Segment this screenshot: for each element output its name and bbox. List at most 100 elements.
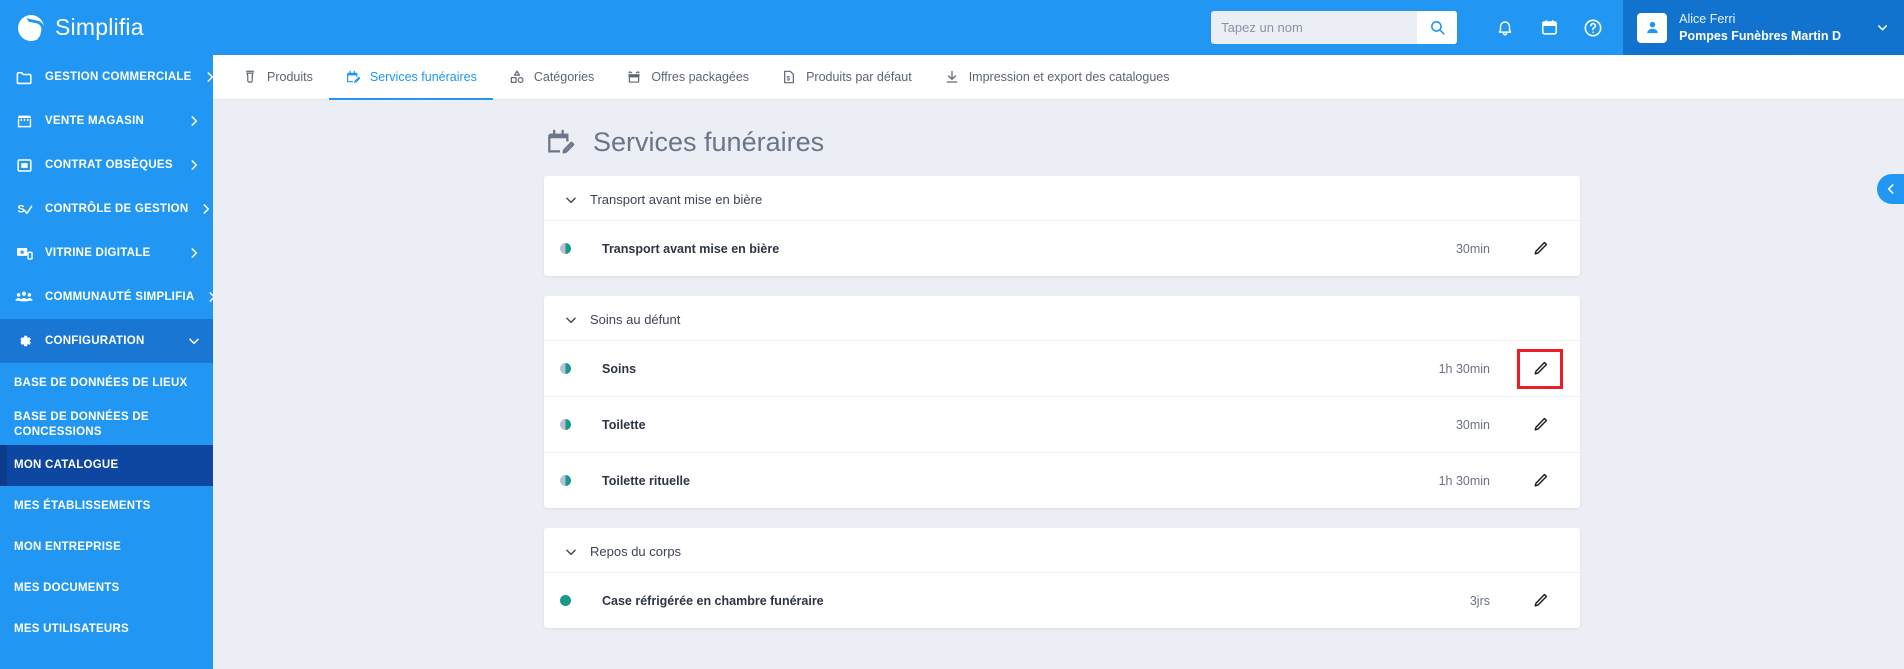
top-header-bar: Simplifia Tapez un nom Alice Ferri Pompe… [0,0,1904,55]
service-group-card: Repos du corps Case réfrigérée en chambr… [544,528,1580,628]
status-dot-wrap [560,363,602,374]
download-icon [946,70,957,83]
calendar-icon [1541,20,1557,35]
help-button[interactable] [1571,0,1615,55]
chevron-right-icon [205,290,213,304]
bell-icon [1498,20,1512,35]
sidebar-item-configuration[interactable]: CONFIGURATION [0,319,213,363]
edit-service-button[interactable] [1517,348,1563,389]
page-header: Services funéraires [213,100,1904,176]
sidebar-subitem-mes-utilisateurs[interactable]: MES UTILISATEURS [0,609,213,650]
chevron-right-icon [203,70,213,84]
status-badge [560,243,571,254]
urn-icon [246,70,254,83]
user-name: Alice Ferri [1679,11,1736,26]
sidebar-item-vente-magasin[interactable]: VENTE MAGASIN [0,99,213,143]
status-badge [560,419,571,430]
sidebar-subitem-label: BASE DE DONNÉES DE CONCESSIONS [14,411,149,438]
folder-icon [14,67,34,87]
tab-offres-packagees[interactable]: Offres packagées [610,55,765,100]
chevron-right-icon [199,202,213,216]
status-badge [560,595,571,606]
group-header-repos-du-corps[interactable]: Repos du corps [544,528,1580,572]
service-name: Toilette [602,417,646,432]
status-dot-wrap [560,595,602,606]
service-name: Transport avant mise en bière [602,241,780,256]
search-box[interactable] [1211,11,1458,44]
sidebar-item-controle-de-gestion[interactable]: S CONTRÔLE DE GESTION [0,187,213,231]
sidebar-subitem-label: MES UTILISATEURS [14,623,129,636]
tab-produits-par-defaut[interactable]: $ Produits par défaut [765,55,928,100]
gear-icon [14,331,34,351]
group-header-soins-au-defunt[interactable]: Soins au défunt [544,296,1580,340]
service-row: Toilette 30min [544,396,1580,452]
sidebar-subitem-base-de-donnees-de-lieux[interactable]: BASE DE DONNÉES DE LIEUX [0,363,213,404]
sidebar-collapse-handle[interactable] [1877,174,1904,204]
status-badge [560,475,571,486]
chevron-down-icon [187,334,201,348]
calendar-edit-icon [548,129,575,154]
sidebar-subitem-base-de-donnees-de-concessions[interactable]: BASE DE DONNÉES DE CONCESSIONS [0,404,213,445]
chevron-right-icon [187,246,201,260]
chevron-left-icon [1887,184,1894,194]
sidebar-subitem-label: MON ENTREPRISE [14,541,122,554]
main-content: Services funéraires Transport avant mise… [213,100,1904,669]
sidebar-subitem-mes-documents[interactable]: MES DOCUMENTS [0,568,213,609]
catalogue-tab-bar: Produits Services funéraires Catégories … [213,55,1904,100]
money-check-icon: S [14,199,34,219]
service-duration: 1h 30min [1438,361,1490,376]
group-title: Soins au défunt [590,312,681,327]
sidebar-subitem-label: MES DOCUMENTS [14,582,120,595]
sidebar-subitem-mon-catalogue[interactable]: MON CATALOGUE [0,445,213,486]
service-duration: 1h 30min [1438,473,1490,488]
sidebar-item-contrat-obseques[interactable]: CONTRAT OBSÈQUES [0,143,213,187]
user-menu[interactable]: Alice Ferri Pompes Funèbres Martin D [1623,0,1904,55]
service-duration: 30min [1455,417,1490,432]
tab-services-funeraires[interactable]: Services funéraires [328,55,493,100]
sidebar-item-communaute-simplifia[interactable]: COMMUNAUTÉ SIMPLIFIA [0,275,213,319]
status-badge [560,363,571,374]
service-name: Case réfrigérée en chambre funéraire [602,593,824,608]
tab-impression-export-catalogues[interactable]: Impression et export des catalogues [928,55,1186,100]
sidebar-item-label: VITRINE DIGITALE [45,247,151,259]
chevron-down-icon [566,317,576,323]
tab-label: Offres packagées [651,70,750,84]
sidebar-item-label: CONTRÔLE DE GESTION [45,203,189,215]
user-menu-caret[interactable] [1853,20,1890,35]
sidebar-subitem-mon-entreprise[interactable]: MON ENTREPRISE [0,527,213,568]
service-duration: 3jrs [1469,593,1490,608]
user-avatar-icon [1646,21,1658,34]
chevron-down-icon [566,197,576,203]
service-row: Toilette rituelle 1h 30min [544,452,1580,508]
shapes-icon [510,70,524,83]
chevron-down-icon [1878,25,1887,31]
monitor-star-icon [14,243,34,263]
pencil-icon [1534,473,1547,487]
pencil-icon [1534,361,1547,375]
search-button[interactable] [1417,11,1458,44]
user-organization: Pompes Funèbres Martin D [1679,28,1841,43]
service-row: Case réfrigérée en chambre funéraire 3jr… [544,572,1580,628]
page-title: Services funéraires [593,126,825,157]
service-name: Soins [602,361,637,376]
gift-box-icon [628,71,640,83]
sidebar-subitem-mes-etablissements[interactable]: MES ÉTABLISSEMENTS [0,486,213,527]
edit-service-button[interactable] [1520,464,1560,498]
edit-service-button[interactable] [1520,408,1560,442]
tab-label: Catégories [533,70,595,84]
tab-produits[interactable]: Produits [226,55,329,100]
sidebar-item-gestion-commerciale[interactable]: GESTION COMMERCIALE [0,55,213,99]
notifications-button[interactable] [1483,0,1527,55]
search-input[interactable] [1211,11,1418,44]
group-header-transport-avant-mise-en-biere[interactable]: Transport avant mise en bière [544,176,1580,220]
document-euro-icon: $ [784,70,794,84]
sidebar-item-vitrine-digitale[interactable]: VITRINE DIGITALE [0,231,213,275]
sidebar-item-label: CONFIGURATION [45,335,145,347]
status-dot-wrap [560,475,602,486]
edit-service-button[interactable] [1520,584,1560,618]
edit-service-button[interactable] [1520,232,1560,266]
tab-label: Impression et export des catalogues [968,70,1170,84]
tab-categories[interactable]: Catégories [493,55,610,100]
brand-logo-area[interactable]: Simplifia [0,14,213,41]
calendar-button[interactable] [1527,0,1571,55]
